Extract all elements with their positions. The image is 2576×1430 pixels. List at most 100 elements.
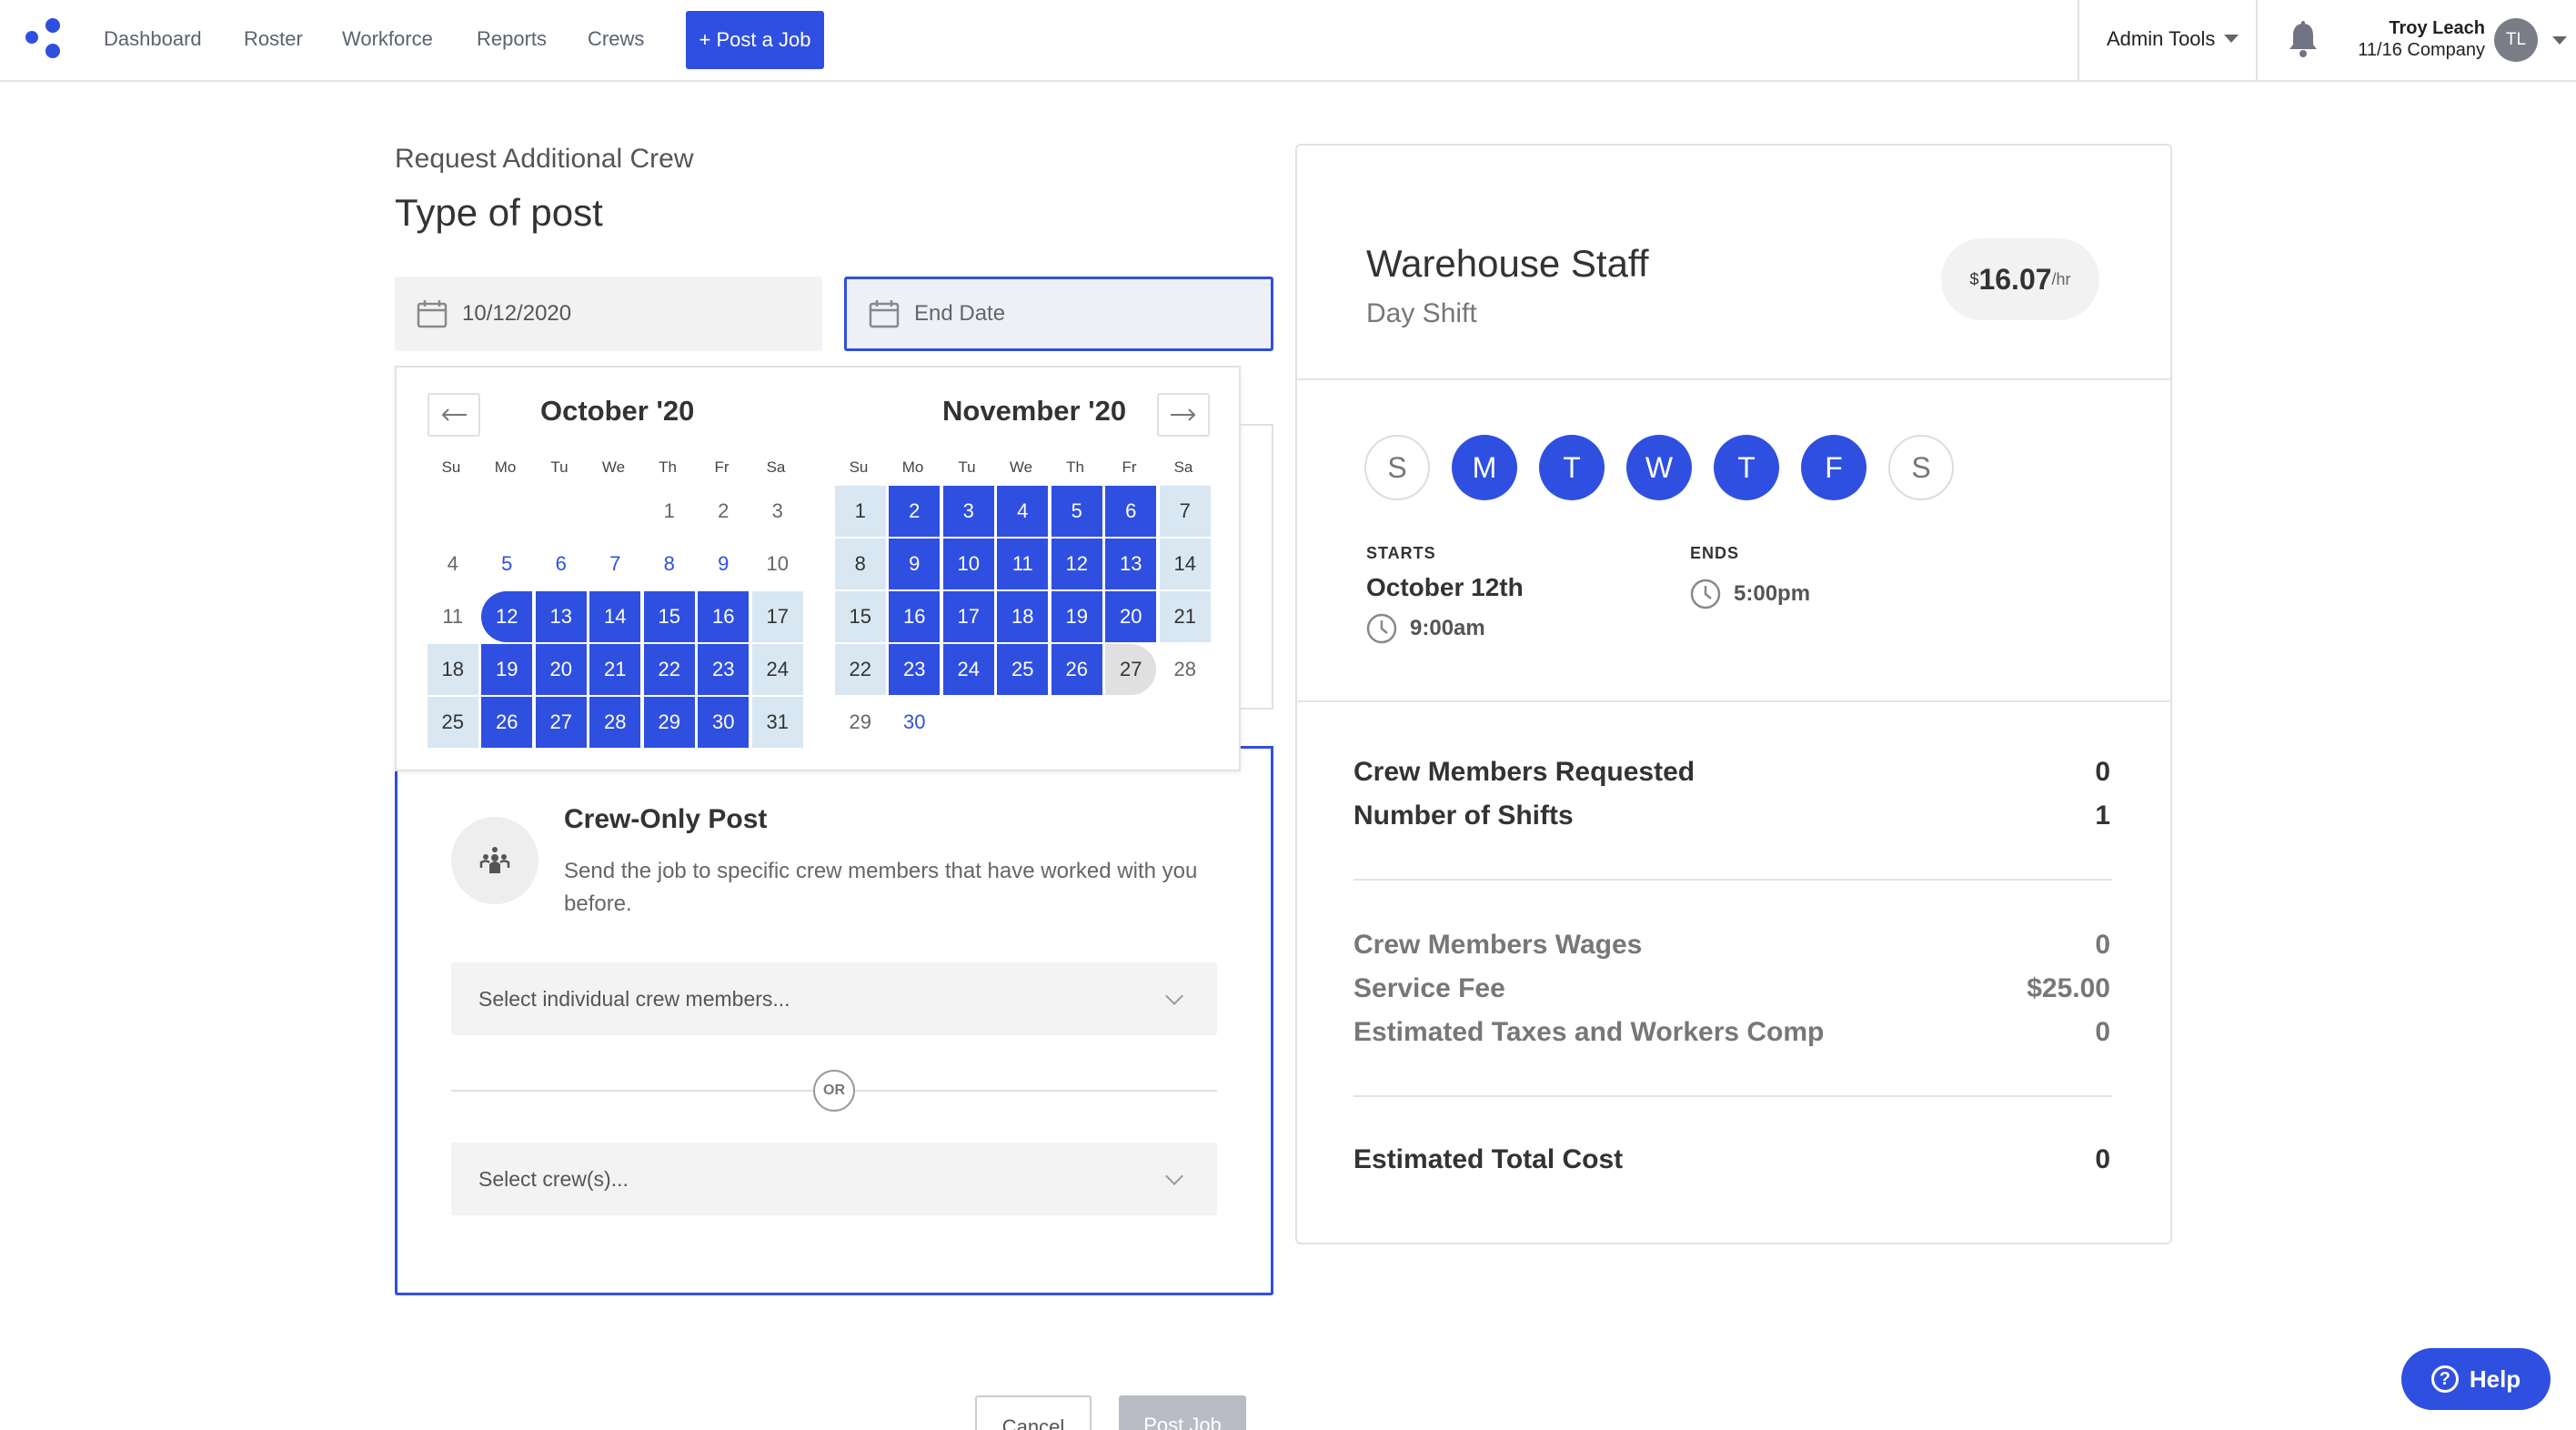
weekday-header: Tu	[958, 458, 976, 476]
calendar-day[interactable]: 23	[889, 644, 941, 695]
nav-crews[interactable]: Crews	[588, 27, 644, 51]
calendar-day[interactable]: 5	[1051, 486, 1102, 537]
calendar-day[interactable]: 2	[698, 486, 749, 537]
calendar-day[interactable]: 7	[1159, 486, 1211, 537]
hourly-rate-badge: $16.07/hr	[1941, 238, 2099, 320]
calendar-day[interactable]: 25	[427, 697, 478, 748]
calendar-day[interactable]: 18	[427, 644, 478, 695]
calendar-day[interactable]: 26	[1051, 644, 1102, 695]
calendar-day[interactable]: 17	[751, 591, 803, 642]
select-crew-members-dropdown[interactable]: Select individual crew members...	[451, 962, 1217, 1035]
calendar-day[interactable]: 27	[535, 697, 587, 748]
ends-label: ENDS	[1690, 544, 1740, 562]
calendar-day[interactable]: 17	[942, 591, 994, 642]
logo-icon[interactable]	[25, 18, 71, 64]
calendar-day[interactable]: 24	[751, 644, 803, 695]
calendar-day[interactable]: 22	[643, 644, 695, 695]
divider	[1297, 700, 2170, 702]
calendar-day[interactable]: 24	[942, 644, 994, 695]
rate-amount: 16.07	[1978, 262, 2052, 296]
weekday-header: Mo	[901, 458, 924, 476]
user-company[interactable]: 11/16 Company	[2358, 40, 2485, 61]
weekday-header: We	[601, 458, 626, 476]
calendar-day[interactable]: 19	[1051, 591, 1102, 642]
prev-month-button[interactable]	[428, 393, 480, 437]
calendar-day[interactable]: 6	[536, 539, 587, 589]
calendar-day[interactable]: 19	[481, 644, 533, 695]
shifts-row: Number of Shifts 1	[1353, 801, 2110, 831]
start-date-field[interactable]: 10/12/2020	[395, 277, 822, 351]
calendar-day[interactable]: 16	[889, 591, 941, 642]
calendar-day[interactable]: 12	[1051, 539, 1102, 589]
calendar-day[interactable]: 15	[834, 591, 886, 642]
clock-icon	[1690, 579, 1721, 609]
post-a-job-button[interactable]: + Post a Job	[686, 11, 824, 69]
calendar-day[interactable]: 11	[428, 591, 478, 642]
calendar-day[interactable]: 30	[889, 697, 940, 748]
wages-value: 0	[2095, 930, 2110, 960]
weekday-header: Fr	[714, 458, 730, 476]
calendar-day[interactable]: 29	[835, 697, 886, 748]
chevron-down-icon	[1165, 987, 1183, 1005]
end-date-field[interactable]: End Date	[844, 277, 1273, 351]
calendar-day[interactable]: 5	[481, 539, 532, 589]
calendar-day[interactable]: 4	[428, 539, 478, 589]
calendar-day[interactable]: 10	[942, 539, 994, 589]
calendar-day[interactable]: 9	[698, 539, 749, 589]
calendar-day[interactable]: 26	[481, 697, 533, 748]
help-button[interactable]: ? Help	[2401, 1348, 2551, 1410]
cancel-button[interactable]: Cancel	[975, 1395, 1092, 1430]
nav-reports[interactable]: Reports	[477, 27, 547, 51]
calendar-day[interactable]: 7	[589, 539, 640, 589]
calendar-day[interactable]: 20	[535, 644, 587, 695]
calendar-day[interactable]: 1	[834, 486, 886, 537]
calendar-day[interactable]: 9	[889, 539, 941, 589]
calendar-day[interactable]: 21	[589, 644, 641, 695]
calendar-day[interactable]: 29	[643, 697, 695, 748]
calendar-day[interactable]: 1	[644, 486, 695, 537]
calendar-day[interactable]: 15	[643, 591, 695, 642]
calendar-day[interactable]: 16	[698, 591, 750, 642]
divider	[1353, 1095, 2112, 1097]
calendar-day[interactable]: 18	[997, 591, 1049, 642]
user-name[interactable]: Troy Leach	[2389, 18, 2485, 39]
calendar-day[interactable]: 13	[1105, 539, 1157, 589]
calendar-day[interactable]: 22	[834, 644, 886, 695]
calendar-day[interactable]: 28	[1160, 644, 1211, 695]
calendar-day[interactable]: 12	[481, 591, 533, 642]
calendar-day[interactable]: 20	[1105, 591, 1157, 642]
calendar-day[interactable]: 21	[1159, 591, 1211, 642]
calendar-day[interactable]: 8	[644, 539, 695, 589]
admin-tools-dropdown[interactable]: Admin Tools	[2107, 27, 2239, 51]
calendar-day[interactable]: 27	[1105, 644, 1157, 695]
chevron-down-icon[interactable]	[2552, 36, 2567, 45]
post-type-option-card[interactable]	[1241, 424, 1273, 710]
calendar-day[interactable]: 14	[1159, 539, 1211, 589]
calendar-day[interactable]: 3	[942, 486, 994, 537]
calendar-day[interactable]: 3	[752, 486, 803, 537]
nav-roster[interactable]: Roster	[244, 27, 303, 51]
calendar-day[interactable]: 6	[1105, 486, 1157, 537]
post-job-button[interactable]: Post Job	[1119, 1395, 1246, 1430]
next-month-button[interactable]	[1157, 393, 1210, 437]
calendar-day[interactable]: 25	[997, 644, 1049, 695]
calendar-day[interactable]: 13	[535, 591, 587, 642]
calendar-day[interactable]: 28	[589, 697, 641, 748]
nav-dashboard[interactable]: Dashboard	[104, 27, 202, 51]
calendar-day[interactable]: 10	[752, 539, 803, 589]
calendar-day[interactable]: 31	[751, 697, 803, 748]
calendar-day[interactable]: 14	[589, 591, 641, 642]
bell-icon[interactable]	[2285, 20, 2321, 60]
nav-workforce[interactable]: Workforce	[342, 27, 433, 51]
day-friday: F	[1801, 435, 1867, 500]
ends-time: 5:00pm	[1734, 581, 1811, 606]
page-subtitle: Request Additional Crew	[395, 144, 694, 174]
calendar-day[interactable]: 8	[834, 539, 886, 589]
calendar-day[interactable]: 11	[997, 539, 1049, 589]
calendar-day[interactable]: 2	[889, 486, 941, 537]
calendar-day[interactable]: 4	[997, 486, 1049, 537]
select-crews-dropdown[interactable]: Select crew(s)...	[451, 1143, 1217, 1215]
calendar-day[interactable]: 30	[698, 697, 750, 748]
calendar-day[interactable]: 23	[698, 644, 750, 695]
avatar[interactable]: TL	[2494, 18, 2538, 62]
